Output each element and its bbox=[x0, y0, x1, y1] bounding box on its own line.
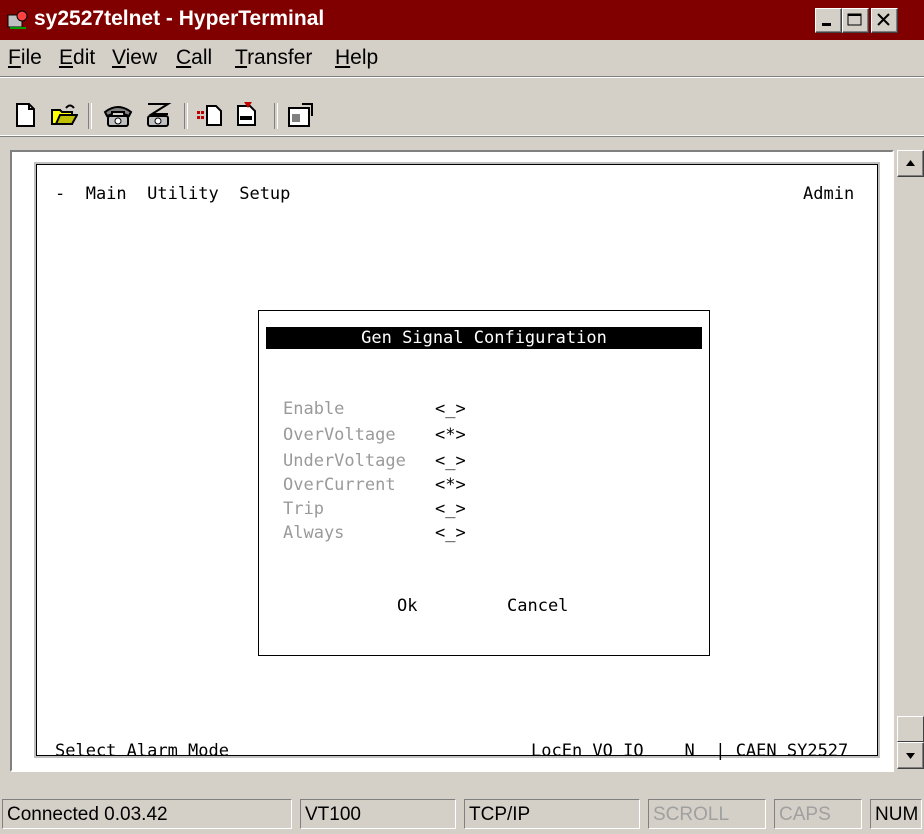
dialog-title: Gen Signal Configuration bbox=[266, 327, 702, 349]
receive-icon[interactable] bbox=[232, 102, 260, 128]
menu-help[interactable]: Help bbox=[335, 46, 378, 70]
option-trip-checkbox[interactable]: <_> bbox=[435, 499, 466, 519]
toolbar bbox=[0, 76, 924, 136]
send-icon[interactable] bbox=[196, 102, 224, 128]
close-button[interactable] bbox=[871, 8, 898, 33]
scroll-down-button[interactable] bbox=[897, 742, 924, 769]
option-enable-label: Enable bbox=[283, 399, 345, 419]
option-undervoltage-label: UnderVoltage bbox=[283, 451, 406, 471]
option-always-label: Always bbox=[283, 523, 345, 543]
arrow-up-icon bbox=[906, 160, 915, 166]
call-phone-icon[interactable] bbox=[102, 102, 134, 128]
maximize-icon bbox=[847, 13, 862, 26]
status-num: NUM bbox=[870, 799, 922, 829]
scroll-thumb[interactable] bbox=[897, 716, 924, 742]
window-title: sy2527telnet - HyperTerminal bbox=[34, 7, 325, 30]
status-bar: Connected 0.03.42 VT100 TCP/IP SCROLL CA… bbox=[0, 796, 924, 834]
option-always-checkbox[interactable]: <_> bbox=[435, 523, 466, 543]
menu-transfer[interactable]: Transfer bbox=[235, 46, 312, 70]
option-overvoltage-label: OverVoltage bbox=[283, 425, 396, 445]
status-connected: Connected 0.03.42 bbox=[2, 799, 292, 829]
gen-signal-dialog: Gen Signal Configuration Enable <_> Over… bbox=[258, 310, 710, 656]
open-folder-icon[interactable] bbox=[50, 102, 78, 128]
maximize-button[interactable] bbox=[842, 8, 869, 33]
arrow-down-icon bbox=[906, 753, 915, 759]
toolbar-separator bbox=[88, 103, 92, 129]
option-overcurrent-checkbox[interactable]: <*> bbox=[435, 475, 466, 495]
status-emulation: VT100 bbox=[300, 799, 456, 829]
status-protocol: TCP/IP bbox=[464, 799, 640, 829]
option-trip-label: Trip bbox=[283, 499, 324, 519]
scroll-up-button[interactable] bbox=[897, 150, 924, 177]
toolbar-separator bbox=[184, 103, 188, 129]
menu-bar: File Edit View Call Transfer Help bbox=[0, 40, 924, 74]
cancel-button[interactable]: Cancel bbox=[507, 596, 568, 616]
close-icon bbox=[877, 13, 890, 26]
status-scroll: SCROLL bbox=[648, 799, 766, 829]
terminal-user-label: Admin bbox=[803, 184, 855, 204]
disconnect-phone-icon[interactable] bbox=[142, 102, 174, 128]
terminal-status-left: Select Alarm Mode bbox=[55, 741, 229, 761]
menu-call[interactable]: Call bbox=[176, 46, 212, 70]
menu-edit[interactable]: Edit bbox=[59, 46, 95, 70]
menu-view[interactable]: View bbox=[112, 46, 157, 70]
hyperterminal-app-icon[interactable] bbox=[6, 9, 30, 31]
terminal-status-right: LocEn VO IO N | CAEN SY2527 bbox=[531, 741, 849, 761]
option-overcurrent-label: OverCurrent bbox=[283, 475, 396, 495]
vertical-scrollbar[interactable] bbox=[897, 150, 924, 769]
properties-icon[interactable] bbox=[286, 102, 314, 128]
title-bar: sy2527telnet - HyperTerminal bbox=[0, 0, 924, 40]
menu-file[interactable]: File bbox=[8, 46, 42, 70]
new-file-icon[interactable] bbox=[12, 102, 40, 128]
ok-button[interactable]: Ok bbox=[397, 596, 417, 616]
status-caps: CAPS bbox=[774, 799, 862, 829]
option-undervoltage-checkbox[interactable]: <_> bbox=[435, 451, 466, 471]
option-enable-checkbox[interactable]: <_> bbox=[435, 399, 466, 419]
toolbar-separator bbox=[274, 103, 278, 129]
minimize-button[interactable] bbox=[815, 8, 842, 33]
minimize-icon bbox=[822, 23, 831, 26]
terminal-top-menu[interactable]: - Main Utility Setup bbox=[55, 184, 290, 204]
option-overvoltage-checkbox[interactable]: <*> bbox=[435, 425, 466, 445]
